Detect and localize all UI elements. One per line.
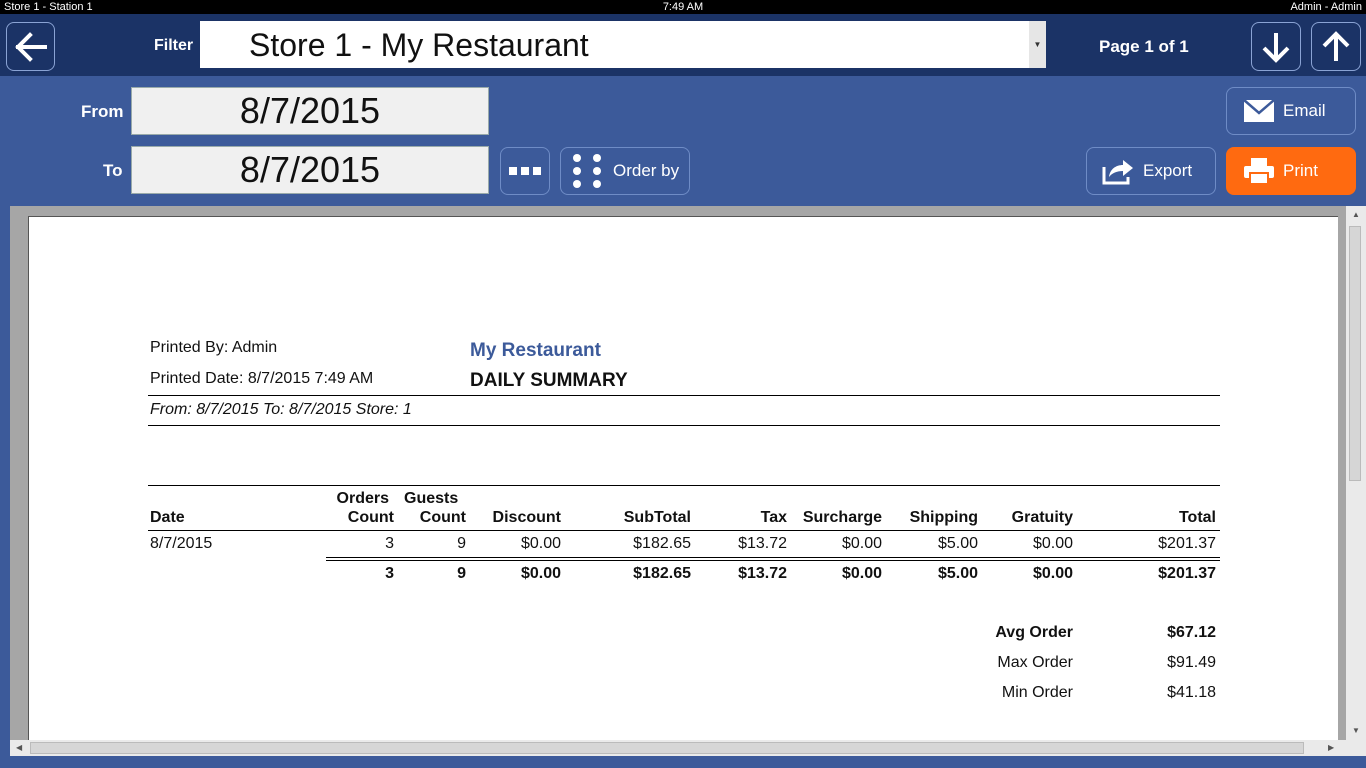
next-page-button[interactable] <box>1251 22 1301 71</box>
cell-orders: 3 <box>385 535 394 552</box>
scroll-right-icon[interactable]: ▶ <box>1328 743 1334 752</box>
col-total: Total <box>1178 509 1216 526</box>
top-toolbar: Filter Store 1 - My Restaurant ▼ Page 1 … <box>0 14 1366 76</box>
from-label: From <box>81 102 124 121</box>
col-discount: Discount <box>492 509 561 526</box>
print-button[interactable]: Print <box>1226 147 1356 195</box>
more-options-button[interactable] <box>500 147 550 195</box>
total-total: $201.37 <box>1158 565 1216 582</box>
avg-order-label: Avg Order <box>995 624 1073 641</box>
divider <box>148 395 1220 396</box>
report-page: Printed By: Admin Printed Date: 8/7/2015… <box>28 216 1338 746</box>
cell-guests: 9 <box>457 535 466 552</box>
filter-label: Filter <box>154 37 194 54</box>
report-title: DAILY SUMMARY <box>470 370 628 391</box>
col-gratuity: Gratuity <box>1011 509 1073 526</box>
order-by-icon <box>573 154 601 188</box>
to-date-field[interactable]: 8/7/2015 <box>131 146 489 194</box>
arrow-left-icon <box>14 31 47 62</box>
from-date-field[interactable]: 8/7/2015 <box>131 87 489 135</box>
export-label: Export <box>1143 161 1193 180</box>
print-label: Print <box>1283 161 1318 180</box>
cell-discount: $0.00 <box>520 535 561 552</box>
arrow-up-icon <box>1322 30 1350 61</box>
order-by-button[interactable]: Order by <box>560 147 690 195</box>
order-by-label: Order by <box>613 161 680 180</box>
email-button[interactable]: Email <box>1226 87 1356 135</box>
clock: 7:49 AM <box>662 1 704 13</box>
min-order-value: $41.18 <box>1167 684 1216 701</box>
cell-tax: $13.72 <box>738 535 787 552</box>
table-header-rule <box>148 530 1220 531</box>
horizontal-scroll-thumb[interactable] <box>30 742 1304 754</box>
scroll-up-icon[interactable]: ▲ <box>1352 210 1360 219</box>
total-orders: 3 <box>385 565 394 582</box>
col-orders-bottom: Count <box>347 509 394 526</box>
total-discount: $0.00 <box>520 565 561 582</box>
vertical-scrollbar[interactable]: ▲ ▼ <box>1346 206 1366 756</box>
envelope-icon <box>1243 99 1275 122</box>
printed-date: Printed Date: 8/7/2015 7:49 AM <box>150 370 374 387</box>
cell-gratuity: $0.00 <box>1032 535 1073 552</box>
total-subtotal: $182.65 <box>633 565 691 582</box>
cell-total: $201.37 <box>1158 535 1216 552</box>
export-icon <box>1102 160 1133 185</box>
col-surcharge: Surcharge <box>802 509 882 526</box>
horizontal-scrollbar[interactable]: ◀ ▶ <box>10 740 1346 756</box>
divider <box>148 425 1220 426</box>
col-guests-top: Guests <box>404 490 459 507</box>
total-shipping: $5.00 <box>937 565 978 582</box>
filter-dropdown[interactable]: Store 1 - My Restaurant ▼ <box>200 21 1046 68</box>
report-criteria: From: 8/7/2015 To: 8/7/2015 Store: 1 <box>150 401 412 418</box>
previous-page-button[interactable] <box>1311 22 1361 71</box>
cell-surcharge: $0.00 <box>841 535 882 552</box>
to-label: To <box>103 161 123 180</box>
printed-by: Printed By: Admin <box>150 339 278 356</box>
arrow-down-icon <box>1262 32 1290 63</box>
cell-date: 8/7/2015 <box>150 535 213 552</box>
printer-icon <box>1244 158 1274 185</box>
dropdown-arrow-icon[interactable]: ▼ <box>1029 21 1046 68</box>
col-subtotal: SubTotal <box>623 509 691 526</box>
col-date: Date <box>150 509 185 526</box>
avg-order-value: $67.12 <box>1167 624 1216 641</box>
totals-rule <box>326 560 1220 561</box>
filter-value: Store 1 - My Restaurant <box>249 27 589 63</box>
total-guests: 9 <box>457 565 466 582</box>
restaurant-name: My Restaurant <box>470 340 601 361</box>
col-shipping: Shipping <box>909 509 978 526</box>
export-button[interactable]: Export <box>1086 147 1216 195</box>
vertical-scroll-thumb[interactable] <box>1349 226 1361 481</box>
email-label: Email <box>1283 101 1326 120</box>
scroll-down-icon[interactable]: ▼ <box>1352 726 1360 735</box>
report-viewer: Printed By: Admin Printed Date: 8/7/2015… <box>10 206 1366 756</box>
total-tax: $13.72 <box>738 565 787 582</box>
min-order-label: Min Order <box>1001 684 1073 701</box>
total-gratuity: $0.00 <box>1032 565 1073 582</box>
totals-rule <box>326 557 1220 558</box>
user-label: Admin - Admin <box>1290 1 1362 13</box>
total-surcharge: $0.00 <box>841 565 882 582</box>
max-order-value: $91.49 <box>1167 654 1216 671</box>
col-guests-bottom: Count <box>419 509 466 526</box>
max-order-label: Max Order <box>997 654 1073 671</box>
scroll-left-icon[interactable]: ◀ <box>16 743 22 752</box>
table-top-rule <box>148 485 1220 486</box>
page-indicator: Page 1 of 1 <box>1099 37 1189 56</box>
cell-shipping: $5.00 <box>937 535 978 552</box>
col-orders-top: Orders <box>336 490 389 507</box>
col-tax: Tax <box>760 509 787 526</box>
status-bar: Store 1 - Station 1 7:49 AM Admin - Admi… <box>0 0 1366 14</box>
back-button[interactable] <box>6 22 55 71</box>
cell-subtotal: $182.65 <box>633 535 691 552</box>
more-dots-icon <box>509 167 541 175</box>
